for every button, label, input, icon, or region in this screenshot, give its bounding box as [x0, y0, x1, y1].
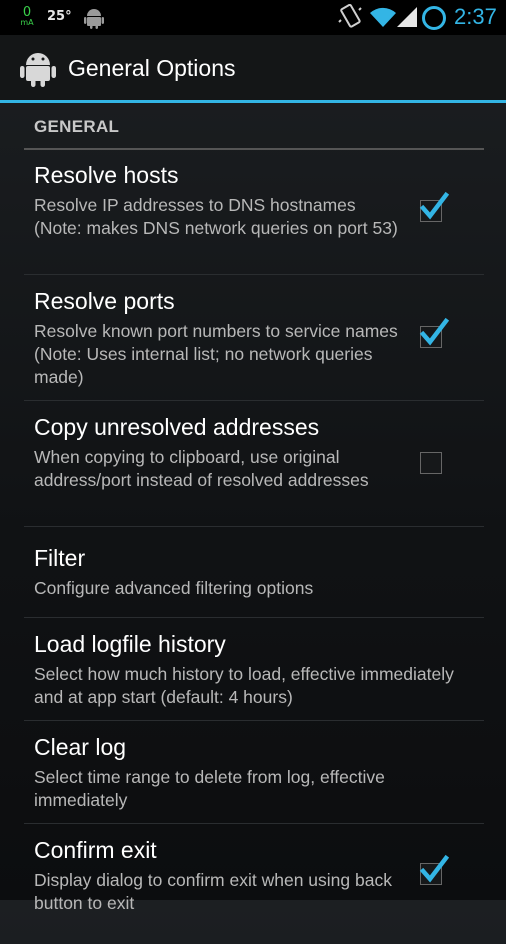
circle-icon: [422, 6, 446, 30]
temperature-indicator: 25°: [47, 9, 72, 24]
page-title: General Options: [68, 55, 236, 81]
android-icon: [84, 7, 104, 33]
checkmark-icon: [419, 854, 449, 883]
pref-summary: Resolve known port numbers to service na…: [34, 321, 398, 387]
pref-summary: When copying to clipboard, use original …: [34, 447, 369, 490]
current-indicator: 0 mA: [18, 6, 36, 27]
wifi-icon: [370, 6, 396, 32]
pref-resolve-hosts[interactable]: Resolve hosts Resolve IP addresses to DN…: [24, 149, 484, 275]
pref-title: Resolve hosts: [34, 162, 179, 188]
pref-title: Filter: [34, 545, 86, 571]
pref-clear-log[interactable]: Clear log Select time range to delete fr…: [24, 721, 484, 824]
checkmark-icon: [419, 317, 449, 346]
pref-title: Resolve ports: [34, 288, 175, 314]
pref-summary: Configure advanced filtering options: [34, 578, 314, 598]
resolve-hosts-checkbox[interactable]: [419, 191, 449, 222]
pref-filter[interactable]: Filter Configure advanced filtering opti…: [24, 527, 484, 618]
pref-title: Confirm exit: [34, 837, 157, 863]
pref-summary: Select how much history to load, effecti…: [34, 664, 454, 707]
action-bar: General Options: [0, 35, 506, 100]
pref-copy-unresolved[interactable]: Copy unresolved addresses When copying t…: [24, 401, 484, 527]
copy-unresolved-checkbox[interactable]: [420, 452, 442, 474]
pref-summary: Resolve IP addresses to DNS hostnames (N…: [34, 195, 398, 238]
pref-summary: Display dialog to confirm exit when usin…: [34, 870, 392, 913]
pref-title: Clear log: [34, 734, 127, 760]
pref-load-logfile-history[interactable]: Load logfile history Select how much his…: [24, 618, 484, 721]
app-android-icon[interactable]: [20, 49, 56, 91]
section-header-label: GENERAL: [34, 117, 120, 136]
current-unit: mA: [20, 18, 34, 27]
checkmark-icon: [419, 191, 449, 220]
confirm-exit-checkbox[interactable]: [419, 854, 449, 885]
signal-icon: [396, 6, 418, 32]
status-bar: 0 mA 25° 2:37: [0, 0, 506, 35]
pref-title: Load logfile history: [34, 631, 226, 657]
clock: 2:37: [454, 4, 497, 29]
section-header: GENERAL: [24, 103, 484, 150]
pref-confirm-exit[interactable]: Confirm exit Display dialog to confirm e…: [24, 824, 484, 944]
pref-resolve-ports[interactable]: Resolve ports Resolve known port numbers…: [24, 275, 484, 401]
pref-summary: Select time range to delete from log, ef…: [34, 767, 385, 810]
vibrate-icon: [338, 3, 362, 34]
resolve-ports-checkbox[interactable]: [419, 317, 449, 348]
pref-title: Copy unresolved addresses: [34, 414, 320, 440]
